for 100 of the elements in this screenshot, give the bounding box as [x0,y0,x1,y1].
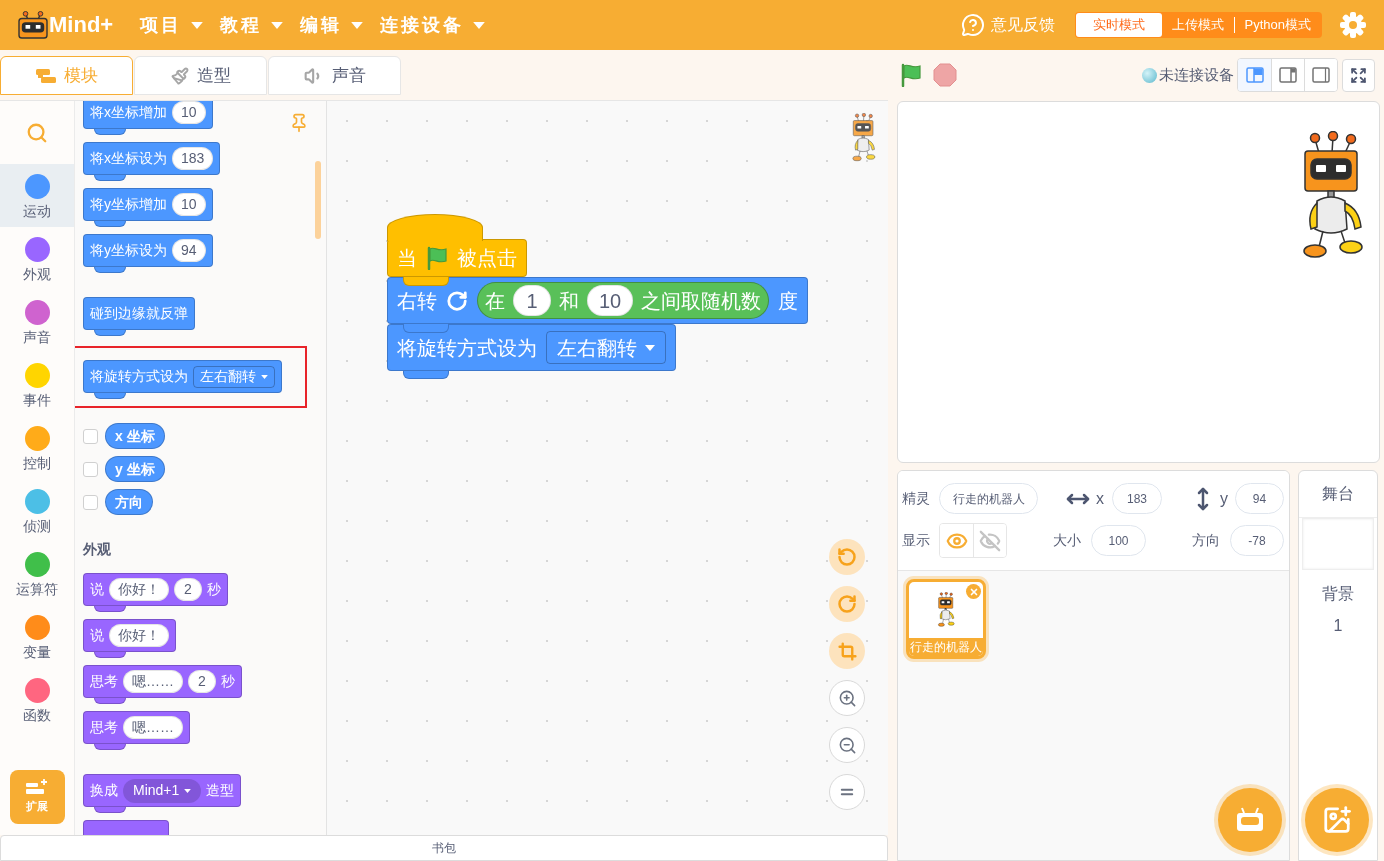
block-label: 将y坐标增加 [90,195,167,214]
dropdown[interactable]: Mind+1 [123,778,202,803]
number-input[interactable]: 10 [172,101,206,124]
block-label: 被点击 [457,246,517,271]
field-label: 大小 [1053,531,1081,550]
script-canvas[interactable]: 当 被点击 右转 在 1 和 10 之间取随机数 度 将旋转方式设为 左右翻转 [327,101,888,835]
caret-icon [184,788,192,793]
undo-button[interactable] [829,539,865,575]
robot-logo-icon [18,11,48,39]
category-button[interactable]: 事件 [0,353,74,416]
caret-icon [271,21,283,29]
text-input[interactable]: 你好！ [109,624,169,647]
field-label: 方向 [1192,531,1220,550]
zoom-in-icon [837,688,857,708]
caret-icon [645,344,655,351]
checkbox[interactable] [83,461,98,477]
text-input[interactable]: 你好！ [109,578,169,601]
flag-button[interactable] [900,63,922,87]
editor-tab[interactable]: 声音 [268,56,401,95]
block-label: 和 [559,288,579,314]
crop-button[interactable] [829,633,865,669]
layout-icon [1312,67,1330,83]
pin-icon[interactable] [289,113,309,133]
redo-button[interactable] [829,586,865,622]
block-label: 将旋转方式设为 [397,335,537,361]
turn-right-icon [446,289,468,312]
block-label: 之间取随机数 [641,288,762,314]
layout-icon [1245,67,1264,83]
number-input[interactable]: 1 [513,285,551,316]
block-label: 秒 [207,580,221,599]
backpack-bar[interactable]: 书包 [0,835,888,861]
backdrops-label: 背景 [1322,584,1354,604]
text-input[interactable]: 嗯…… [123,670,183,693]
scrollbar[interactable] [315,161,321,239]
checkbox[interactable] [83,494,98,510]
block-label: 右转 [397,288,437,314]
stage-pane[interactable]: 舞台 背景 1 [1298,470,1378,861]
fullscreen-icon [1350,66,1367,84]
number-input[interactable]: 10 [172,193,206,216]
settings-icon[interactable] [1340,12,1366,38]
number-input[interactable]: 10 [587,285,634,316]
caret-icon [261,374,268,379]
code-block[interactable]: 右转 在 1 和 10 之间取随机数 度 [387,277,809,324]
number-input[interactable]: 2 [188,670,216,693]
reset-zoom-button[interactable] [829,774,865,810]
help-icon [960,13,985,37]
editor-tab[interactable]: 造型 [134,56,267,95]
robot-thumbnail-icon [937,592,955,628]
block-label: 将y坐标设为 [90,241,167,260]
stop-button[interactable] [933,63,957,87]
crop-icon [837,641,857,661]
field-label: 显示 [902,531,930,550]
block-label: 度 [778,288,799,314]
caret-icon [191,21,203,29]
paintbrush-icon [170,66,189,85]
blocks-plus-icon [26,779,48,796]
category-button[interactable]: 外观 [0,227,74,290]
checkbox[interactable] [83,428,98,444]
fullscreen-button[interactable] [1342,58,1375,92]
zoom-in-button[interactable] [829,680,865,716]
caret-icon [351,21,363,29]
reporter-block[interactable]: 在 1 和 10 之间取随机数 [477,282,770,319]
category-button[interactable]: 侦测 [0,479,74,542]
hide-button[interactable] [973,524,1006,557]
zoom-out-icon [837,735,857,755]
backdrops-count: 1 [1333,616,1343,636]
field-label: x [1096,488,1104,509]
zoom-out-button[interactable] [829,727,865,763]
number-input[interactable]: 2 [174,578,202,601]
number-input[interactable]: 94 [172,239,206,262]
category-button[interactable]: 函数 [0,668,74,731]
section-heading: 外观 [83,540,111,559]
block-label: 思考 [90,672,118,691]
robot-icon [850,113,877,163]
category-button[interactable]: 运算符 [0,542,74,605]
category-button[interactable]: 声音 [0,290,74,353]
eye-off-icon [979,529,1001,552]
undo-icon [837,547,857,567]
field-label: y [1220,488,1228,509]
block-label: 换成 [90,781,118,800]
category-button[interactable]: 变量 [0,605,74,668]
search-icon[interactable] [26,121,48,144]
redo-icon [837,594,857,614]
device-status: 未连接设备 [1159,64,1234,85]
layout-button[interactable] [1238,59,1271,91]
field-label: 精灵 [902,489,930,508]
block-label: 当 [397,246,417,271]
text-input[interactable]: 嗯…… [123,716,183,739]
logo-text: Mind+ [49,14,114,36]
blocks-icon [35,68,56,83]
block-label: 造型 [206,781,235,800]
layout-button[interactable] [1304,59,1337,91]
sprite-name: 行走的机器人 [909,638,983,656]
block-label: 在 [485,288,505,314]
category-button[interactable]: 控制 [0,416,74,479]
number-input[interactable]: 183 [172,147,214,170]
block-label: 将x坐标增加 [90,103,167,122]
delete-icon[interactable] [966,584,981,599]
category-button[interactable]: 运动 [0,164,74,227]
block-label: 将x坐标设为 [90,149,167,168]
